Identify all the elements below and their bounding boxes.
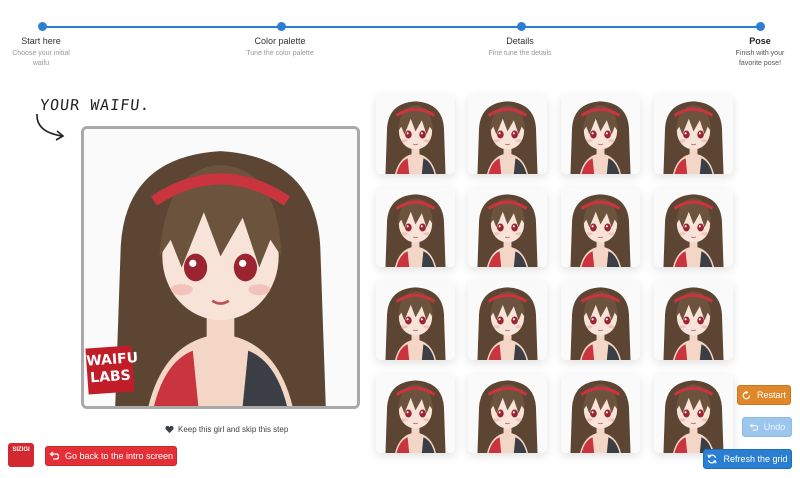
step-subtitle: Choose your initial waifu <box>12 50 70 67</box>
back-arrow-icon <box>49 451 59 460</box>
waifu-thumbnail <box>654 95 733 174</box>
sizigi-logo: SIZIGI <box>8 443 34 467</box>
step-title: Color palette <box>254 36 306 46</box>
pose-tile[interactable] <box>376 281 455 360</box>
waifu-thumbnail <box>561 374 640 453</box>
stepper-line-2 <box>282 26 520 28</box>
step-dot-pose[interactable] <box>756 22 765 31</box>
waifu-thumbnail <box>376 188 455 267</box>
keep-girl-link[interactable]: Keep this girl and skip this step <box>165 425 288 434</box>
undo-button[interactable]: Undo <box>742 417 792 437</box>
step-dot-color[interactable] <box>277 22 286 31</box>
refresh-grid-label: Refresh the grid <box>723 454 788 464</box>
step-title: Details <box>506 36 534 46</box>
step-start[interactable]: Start here Choose your initial waifu <box>5 35 77 69</box>
curved-arrow-icon <box>36 113 65 141</box>
refresh-icon <box>707 454 718 464</box>
step-title: Pose <box>749 36 771 46</box>
heart-icon <box>165 425 174 434</box>
stepper-line-1 <box>42 26 280 28</box>
pose-tile[interactable] <box>468 95 547 174</box>
back-to-intro-label: Go back to the intro screen <box>64 451 174 461</box>
pose-tile[interactable] <box>561 95 640 174</box>
pose-tile[interactable] <box>561 188 640 267</box>
pose-tile[interactable] <box>654 281 733 360</box>
waifu-thumbnail <box>376 95 455 174</box>
progress-stepper: Start here Choose your initial waifu Col… <box>0 0 800 80</box>
step-subtitle: Fine tune the details <box>488 50 552 57</box>
waifu-labs-logo: WAIFU LABS <box>85 345 139 395</box>
waifu-thumbnail <box>561 188 640 267</box>
step-pose[interactable]: Pose Finish with your favorite pose! <box>724 35 796 69</box>
step-dot-start[interactable] <box>38 22 47 31</box>
pose-tile[interactable] <box>654 374 733 453</box>
pose-tile[interactable] <box>376 374 455 453</box>
waifu-thumbnail <box>654 188 733 267</box>
step-subtitle: Finish with your favorite pose! <box>735 50 785 67</box>
pose-tile[interactable] <box>468 188 547 267</box>
waifu-thumbnail <box>561 281 640 360</box>
step-subtitle: Tune the color palette <box>246 50 314 57</box>
refresh-grid-button[interactable]: Refresh the grid <box>703 449 792 469</box>
waifu-thumbnail <box>376 374 455 453</box>
waifu-thumbnail <box>654 374 733 453</box>
step-details[interactable]: Details Fine tune the details <box>470 35 570 59</box>
keep-girl-label: Keep this girl and skip this step <box>178 425 289 434</box>
pose-tile[interactable] <box>561 374 640 453</box>
pose-tile[interactable] <box>376 188 455 267</box>
restart-icon <box>742 390 751 399</box>
waifu-thumbnail <box>468 95 547 174</box>
waifu-thumbnail <box>376 281 455 360</box>
pose-tile[interactable] <box>654 188 733 267</box>
restart-label: Restart <box>756 390 786 400</box>
step-dot-details[interactable] <box>517 22 526 31</box>
waifu-thumbnail <box>468 281 547 360</box>
pose-tile[interactable] <box>468 374 547 453</box>
step-title: Start here <box>21 36 61 46</box>
waifu-thumbnail <box>561 95 640 174</box>
back-to-intro-button[interactable]: Go back to the intro screen <box>45 446 177 466</box>
restart-button[interactable]: Restart <box>737 385 791 405</box>
pose-tile[interactable] <box>376 95 455 174</box>
waifu-thumbnail <box>468 188 547 267</box>
pose-tile[interactable] <box>468 281 547 360</box>
pose-tile[interactable] <box>561 281 640 360</box>
undo-label: Undo <box>763 422 786 432</box>
pose-tile[interactable] <box>654 95 733 174</box>
undo-icon <box>749 422 758 431</box>
waifu-thumbnail <box>468 374 547 453</box>
waifu-thumbnail <box>654 281 733 360</box>
step-color-palette[interactable]: Color palette Tune the color palette <box>220 35 340 59</box>
stepper-line-3 <box>522 26 760 28</box>
